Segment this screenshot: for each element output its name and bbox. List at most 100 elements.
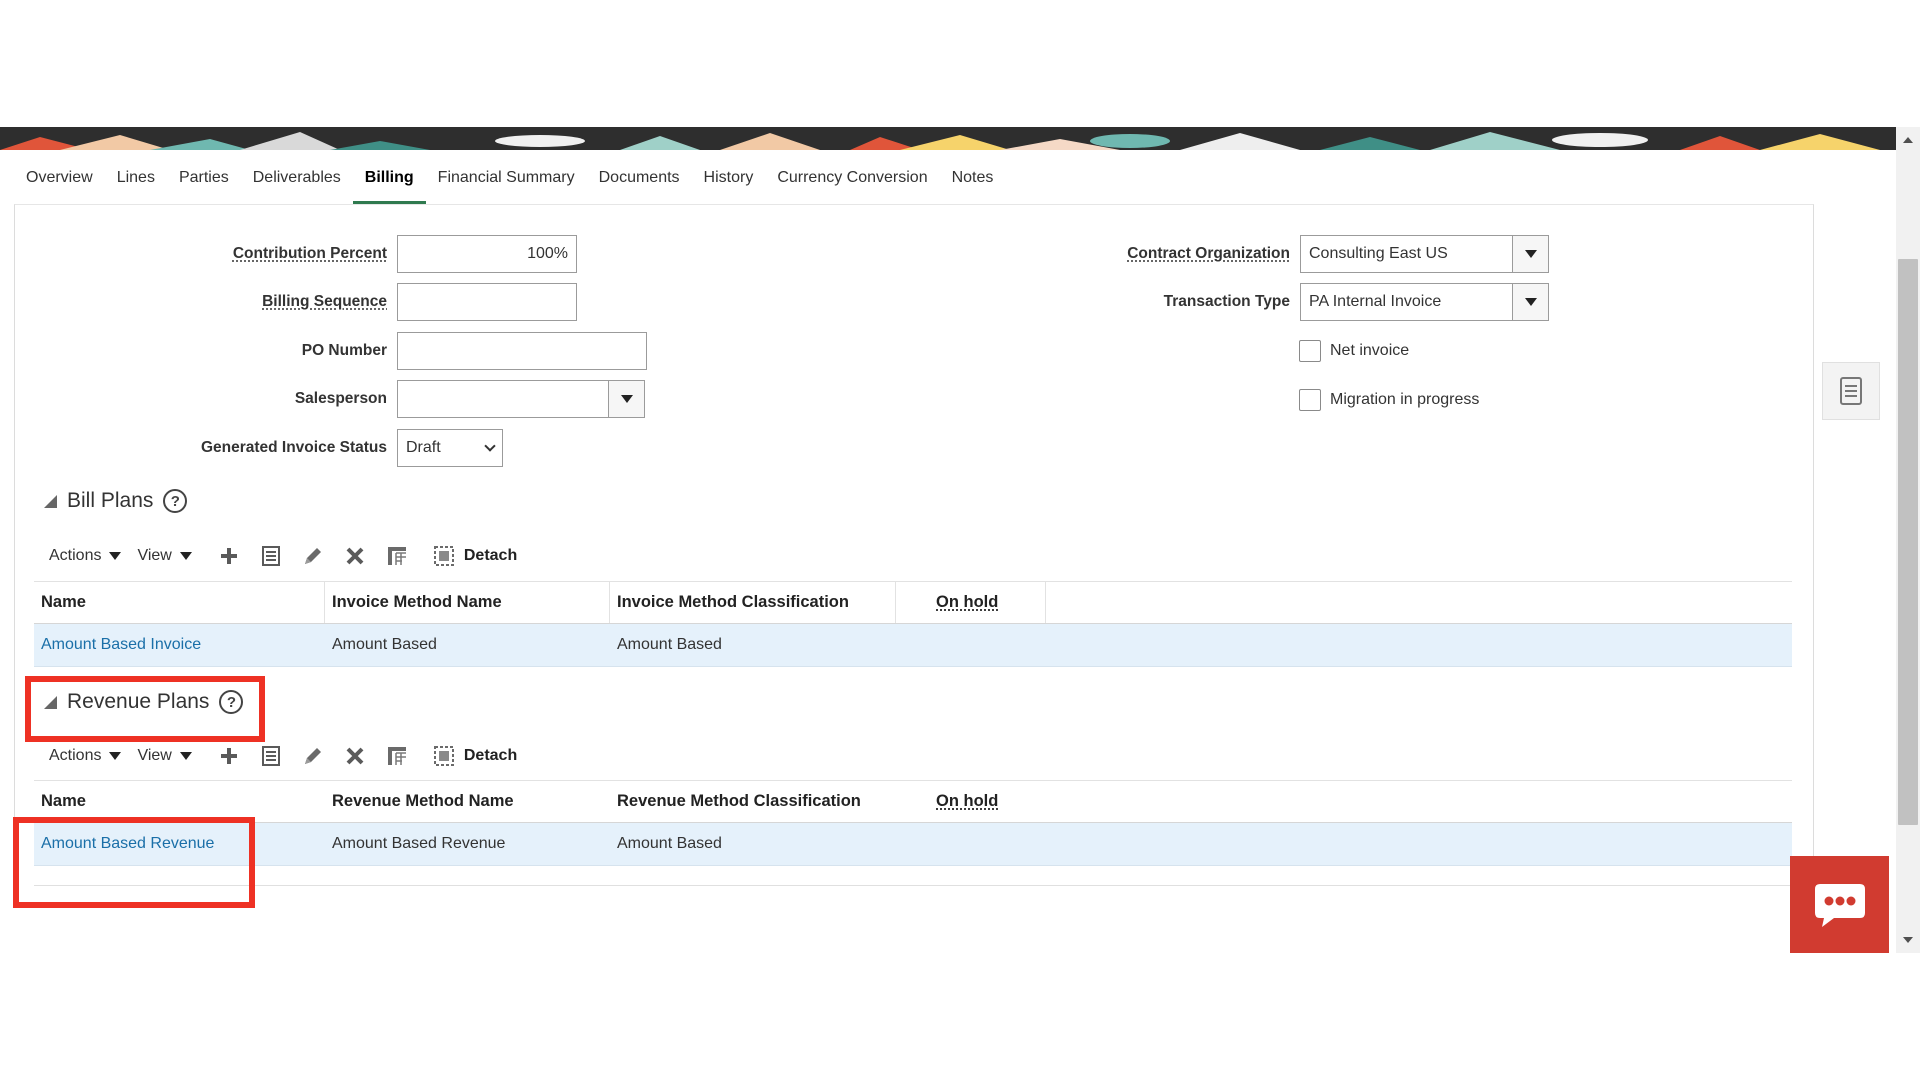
menu-arrow-icon	[179, 552, 192, 560]
revenue-plans-table-header: Name Revenue Method Name Revenue Method …	[34, 780, 1792, 823]
billing-sequence-label: Billing Sequence	[262, 293, 387, 310]
vertical-scrollbar[interactable]	[1896, 127, 1920, 953]
scroll-up-arrow-icon[interactable]	[1903, 137, 1913, 143]
detach-icon	[432, 744, 456, 768]
details-icon[interactable]	[259, 744, 283, 768]
salesperson-value[interactable]	[398, 381, 608, 417]
net-invoice-checkbox[interactable]	[1299, 340, 1321, 362]
scrollbar-thumb[interactable]	[1898, 259, 1918, 825]
column-header-revenue-method-classification[interactable]: Revenue Method Classification	[610, 781, 896, 822]
side-panel-button[interactable]	[1822, 362, 1880, 420]
details-icon[interactable]	[259, 544, 283, 568]
revenue-plans-table: Name Revenue Method Name Revenue Method …	[34, 780, 1792, 866]
transaction-type-row: Transaction Type PA Internal Invoice	[1060, 283, 1549, 321]
column-header-name[interactable]: Name	[34, 781, 325, 822]
bill-plans-table-header: Name Invoice Method Name Invoice Method …	[34, 581, 1792, 624]
tab-lines[interactable]: Lines	[105, 162, 167, 204]
migration-in-progress-row: Migration in progress	[1299, 389, 1479, 411]
bill-plan-name-link[interactable]: Amount Based Invoice	[34, 624, 325, 666]
column-header-filler	[1046, 582, 1792, 623]
tab-deliverables[interactable]: Deliverables	[241, 162, 353, 204]
revenue-method-name-cell: Amount Based Revenue	[332, 835, 506, 852]
transaction-type-combobox[interactable]: PA Internal Invoice	[1300, 283, 1549, 321]
plus-icon[interactable]	[217, 744, 241, 768]
header-banner	[0, 127, 1896, 150]
tab-overview[interactable]: Overview	[14, 162, 105, 204]
pencil-icon[interactable]	[301, 744, 325, 768]
column-header-revenue-method-name[interactable]: Revenue Method Name	[325, 781, 610, 822]
x-icon[interactable]	[343, 544, 367, 568]
contribution-percent-input[interactable]: 100%	[397, 235, 577, 273]
tab-notes[interactable]: Notes	[940, 162, 1006, 204]
menu-arrow-icon	[109, 752, 122, 760]
salesperson-combobox[interactable]	[397, 380, 645, 418]
revenue-plans-actions-menu[interactable]: Actions	[49, 747, 122, 765]
revenue-method-classification-cell: Amount Based	[617, 835, 722, 852]
on-hold-cell	[896, 823, 1046, 865]
tab-billing[interactable]: Billing	[352, 162, 426, 204]
po-number-input[interactable]	[397, 332, 647, 370]
pencil-icon[interactable]	[301, 544, 325, 568]
transaction-type-dropdown-button[interactable]	[1512, 284, 1548, 320]
tab-documents[interactable]: Documents	[587, 162, 692, 204]
menu-arrow-icon	[179, 752, 192, 760]
migration-in-progress-checkbox[interactable]	[1299, 389, 1321, 411]
billing-sequence-input[interactable]	[397, 283, 577, 321]
plus-icon[interactable]	[217, 544, 241, 568]
view-label: View	[137, 747, 172, 764]
generated-invoice-status-row: Generated Invoice Status Draft	[140, 429, 503, 467]
x-icon[interactable]	[343, 744, 367, 768]
dropdown-arrow-icon	[620, 395, 633, 403]
freeze-columns-icon[interactable]	[385, 744, 409, 768]
generated-invoice-status-select[interactable]: Draft	[397, 429, 503, 467]
net-invoice-label: Net invoice	[1330, 342, 1410, 359]
salesperson-row: Salesperson	[140, 380, 645, 418]
contract-organization-value[interactable]: Consulting East US	[1301, 236, 1512, 272]
bill-plans-detach-button[interactable]: Detach	[432, 544, 517, 568]
revenue-plans-detach-button[interactable]: Detach	[432, 744, 517, 768]
po-number-label: PO Number	[301, 342, 387, 359]
freeze-columns-icon[interactable]	[385, 544, 409, 568]
tab-financial-summary[interactable]: Financial Summary	[426, 162, 587, 204]
generated-invoice-status-value: Draft	[406, 439, 441, 456]
contract-organization-dropdown-button[interactable]	[1512, 236, 1548, 272]
transaction-type-value[interactable]: PA Internal Invoice	[1301, 284, 1512, 320]
help-icon[interactable]: ?	[163, 489, 188, 513]
column-header-name[interactable]: Name	[34, 582, 325, 623]
tab-bar: Overview Lines Parties Deliverables Bill…	[14, 162, 1005, 204]
contract-organization-label: Contract Organization	[1127, 245, 1290, 262]
billing-sequence-row: Billing Sequence	[140, 283, 577, 321]
bill-plans-toolbar: Actions View Detach	[49, 541, 517, 571]
column-header-on-hold[interactable]: On hold	[896, 582, 1046, 623]
tab-history[interactable]: History	[692, 162, 766, 204]
detach-label: Detach	[463, 747, 518, 764]
column-header-invoice-method-classification[interactable]: Invoice Method Classification	[610, 582, 896, 623]
on-hold-label: On hold	[936, 593, 999, 611]
revenue-plans-view-menu[interactable]: View	[137, 747, 192, 765]
bill-plans-actions-menu[interactable]: Actions	[49, 547, 122, 565]
migration-in-progress-label: Migration in progress	[1330, 391, 1480, 408]
revenue-plans-highlight	[25, 676, 265, 742]
salesperson-dropdown-button[interactable]	[608, 381, 644, 417]
contribution-percent-label: Contribution Percent	[232, 245, 387, 262]
bill-plans-view-menu[interactable]: View	[137, 547, 192, 565]
net-invoice-row: Net invoice	[1299, 340, 1409, 362]
bill-plans-header: Bill Plans ?	[44, 489, 188, 513]
table-row[interactable]: Amount Based Invoice Amount Based Amount…	[34, 624, 1792, 667]
contribution-percent-row: Contribution Percent 100%	[140, 235, 577, 273]
column-header-on-hold[interactable]: On hold	[896, 781, 1046, 822]
document-icon	[1840, 377, 1862, 405]
contract-organization-combobox[interactable]: Consulting East US	[1300, 235, 1549, 273]
column-header-invoice-method-name[interactable]: Invoice Method Name	[325, 582, 610, 623]
view-label: View	[137, 547, 172, 564]
tab-currency-conversion[interactable]: Currency Conversion	[765, 162, 939, 204]
scroll-down-arrow-icon[interactable]	[1903, 937, 1913, 943]
contract-organization-row: Contract Organization Consulting East US	[1060, 235, 1549, 273]
chat-button[interactable]	[1790, 856, 1889, 953]
chevron-down-icon	[484, 440, 496, 452]
collapse-triangle-icon[interactable]	[44, 494, 57, 508]
tab-parties[interactable]: Parties	[167, 162, 241, 204]
table-row[interactable]: Amount Based Revenue Amount Based Revenu…	[34, 823, 1792, 866]
revenue-plan-row-highlight	[13, 817, 255, 908]
salesperson-label: Salesperson	[294, 390, 387, 407]
